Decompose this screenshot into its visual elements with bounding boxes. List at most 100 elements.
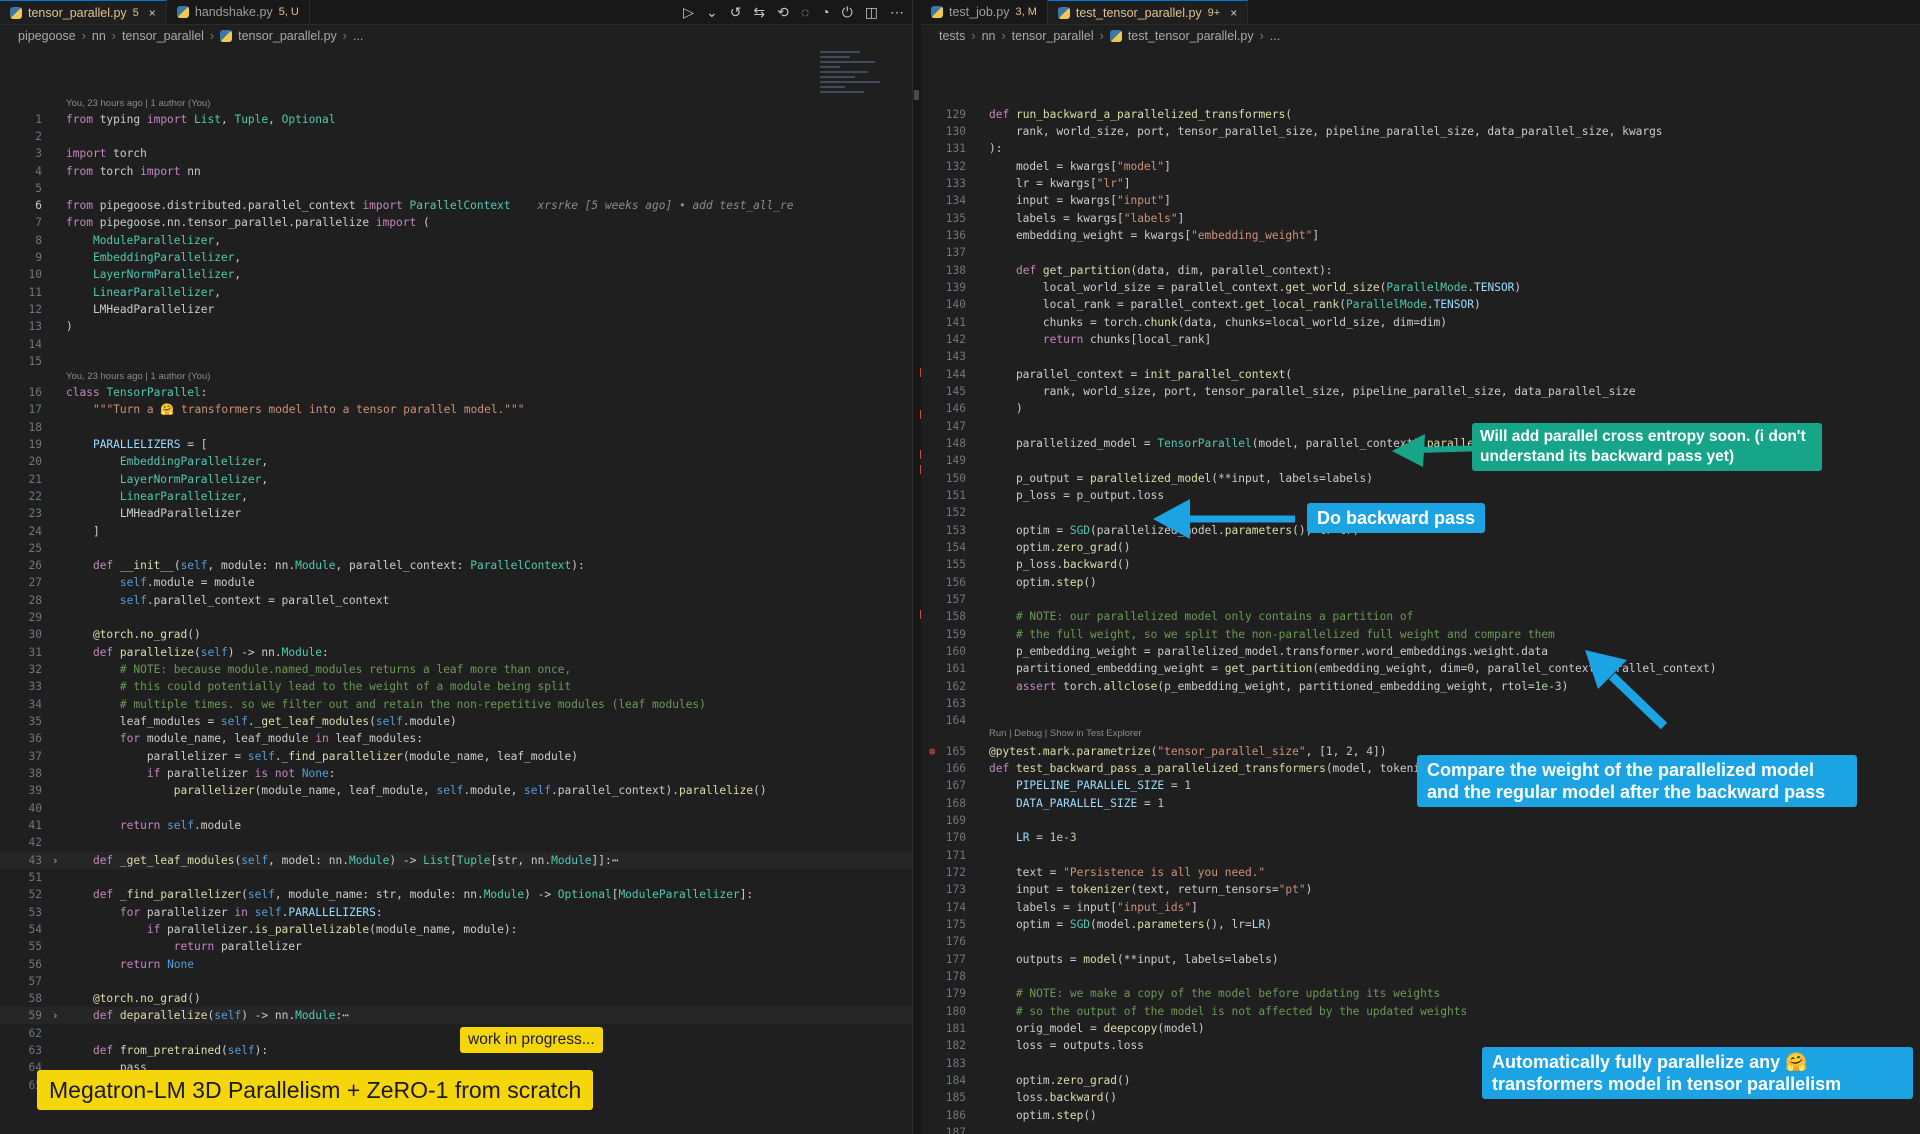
code-line[interactable]: 52 def _find_parallelizer(self, module_n… xyxy=(0,886,912,903)
code-line[interactable]: 159 # the full weight, so we split the n… xyxy=(921,626,1920,643)
tab-test-tensor-parallel[interactable]: test_tensor_parallel.py 9+ × xyxy=(1047,0,1249,24)
code-line[interactable]: 141 chunks = torch.chunk(data, chunks=lo… xyxy=(921,314,1920,331)
code-line[interactable]: 25 xyxy=(0,540,912,557)
code-line[interactable]: 2 xyxy=(0,128,912,145)
code-line[interactable]: 16 class TensorParallel: xyxy=(0,384,912,401)
breadcrumb-item[interactable]: tensor_parallel xyxy=(1012,29,1094,43)
breadcrumb-item[interactable]: ... xyxy=(353,29,363,43)
code-line[interactable]: 43 › def _get_leaf_modules(self, model: n… xyxy=(0,852,912,870)
next-change-icon[interactable]: ◔ xyxy=(821,4,829,20)
tab-test-job[interactable]: test_job.py 3, M xyxy=(921,0,1048,24)
code-line[interactable]: 161 partitioned_embedding_weight = get_p… xyxy=(921,660,1920,677)
code-line[interactable]: 28 self.parallel_context = parallel_cont… xyxy=(0,592,912,609)
code-line[interactable]: 131): xyxy=(921,140,1920,157)
code-line[interactable]: 33 # this could potentially lead to the … xyxy=(0,678,912,695)
code-line[interactable]: 20 EmbeddingParallelizer, xyxy=(0,453,912,470)
code-line[interactable]: 186 optim.step() xyxy=(921,1107,1920,1124)
run-icon[interactable]: ▷ xyxy=(683,4,694,21)
code-line[interactable]: 36 for module_name, leaf_module in leaf_… xyxy=(0,730,912,747)
code-line[interactable]: 59 › def deparallelize(self) -> nn.Module… xyxy=(0,1007,912,1025)
code-line[interactable]: 137 xyxy=(921,244,1920,261)
code-line[interactable]: 180 # so the output of the model is not … xyxy=(921,1003,1920,1020)
code-line[interactable]: 17 """Turn a 🤗 transformers model into a… xyxy=(0,401,912,418)
code-line[interactable]: 175 optim = SGD(model.parameters(), lr=L… xyxy=(921,916,1920,933)
code-line[interactable]: 172 text = "Persistence is all you need.… xyxy=(921,864,1920,881)
code-line[interactable]: 142 return chunks[local_rank] xyxy=(921,331,1920,348)
code-line[interactable]: 4 from torch import nn xyxy=(0,163,912,180)
breadcrumb-item[interactable]: tensor_parallel xyxy=(122,29,204,43)
breadcrumb-item[interactable]: tensor_parallel.py xyxy=(238,29,337,43)
code-lens[interactable]: Run | Debug | Show in Test Explorer xyxy=(921,725,1920,742)
code-line[interactable]: 8 ModuleParallelizer, xyxy=(0,232,912,249)
scrollbar-thumb[interactable] xyxy=(914,90,919,100)
code-lens[interactable]: You, 23 hours ago | 1 author (You) xyxy=(0,368,912,385)
code-line[interactable]: 178 xyxy=(921,968,1920,985)
code-line[interactable]: 132 model = kwargs["model"] xyxy=(921,158,1920,175)
code-line[interactable]: 160 p_embedding_weight = parallelized_mo… xyxy=(921,643,1920,660)
code-line[interactable]: 32 # NOTE: because module.named_modules … xyxy=(0,661,912,678)
code-line[interactable]: 14 xyxy=(0,336,912,353)
previous-change-icon[interactable]: ◌ xyxy=(801,4,809,20)
code-line[interactable]: 176 xyxy=(921,933,1920,950)
code-line[interactable]: 5 xyxy=(0,180,912,197)
code-line[interactable]: 170 LR = 1e-3 xyxy=(921,829,1920,846)
fold-chevron-icon[interactable]: › xyxy=(52,1007,59,1024)
code-line[interactable]: 19 PARALLELIZERS = [ xyxy=(0,436,912,453)
breadcrumb-item[interactable]: pipegoose xyxy=(18,29,76,43)
code-line[interactable]: 151 p_loss = p_output.loss xyxy=(921,487,1920,504)
tab-handshake[interactable]: handshake.py 5, U xyxy=(167,0,310,24)
minimap[interactable] xyxy=(820,48,890,118)
code-line[interactable]: 163 xyxy=(921,695,1920,712)
code-line[interactable]: 24 ] xyxy=(0,523,912,540)
test-failed-icon[interactable]: ⊗ xyxy=(929,743,936,760)
code-line[interactable]: 18 xyxy=(0,419,912,436)
code-line[interactable]: 9 EmbeddingParallelizer, xyxy=(0,249,912,266)
code-line[interactable]: 129 def run_backward_a_parallelized_trans… xyxy=(921,106,1920,123)
split-editor-icon[interactable]: ◫ xyxy=(865,4,878,21)
code-line[interactable]: 31 def parallelize(self) -> nn.Module: xyxy=(0,644,912,661)
code-line[interactable]: 56 return None xyxy=(0,956,912,973)
fold-chevron-icon[interactable]: › xyxy=(52,852,59,869)
code-line[interactable]: 133 lr = kwargs["lr"] xyxy=(921,175,1920,192)
code-line[interactable]: 136 embedding_weight = kwargs["embedding… xyxy=(921,227,1920,244)
code-line[interactable]: 3 import torch xyxy=(0,145,912,162)
code-line[interactable]: 12 LMHeadParallelizer xyxy=(0,301,912,318)
code-line[interactable]: 51 xyxy=(0,869,912,886)
breadcrumb-item[interactable]: ... xyxy=(1270,29,1280,43)
code-line[interactable]: 11 LinearParallelizer, xyxy=(0,284,912,301)
code-line[interactable]: 54 if parallelizer.is_parallelizable(mod… xyxy=(0,921,912,938)
code-line[interactable]: 21 LayerNormParallelizer, xyxy=(0,471,912,488)
code-line[interactable]: 39 parallelizer(module_name, leaf_module… xyxy=(0,782,912,799)
breadcrumb-item[interactable]: tests xyxy=(939,29,965,43)
code-line[interactable]: 41 return self.module xyxy=(0,817,912,834)
code-line[interactable]: 171 xyxy=(921,847,1920,864)
code-lens[interactable]: You, 23 hours ago | 1 author (You) xyxy=(0,95,912,112)
code-line[interactable]: 23 LMHeadParallelizer xyxy=(0,505,912,522)
code-line[interactable]: 40 xyxy=(0,800,912,817)
code-line[interactable]: 62 xyxy=(0,1025,912,1042)
code-line[interactable]: 158 # NOTE: our parallelized model only … xyxy=(921,608,1920,625)
code-line[interactable]: 154 optim.zero_grad() xyxy=(921,539,1920,556)
code-line[interactable]: 29 xyxy=(0,609,912,626)
code-line[interactable]: 37 parallelizer = self._find_parallelize… xyxy=(0,748,912,765)
code-line[interactable]: 140 local_rank = parallel_context.get_lo… xyxy=(921,296,1920,313)
code-line[interactable]: 179 # NOTE: we make a copy of the model … xyxy=(921,985,1920,1002)
code-line[interactable]: 1 from typing import List, Tuple, Optiona… xyxy=(0,111,912,128)
revert-icon[interactable]: ⟲ xyxy=(777,4,789,21)
close-icon[interactable]: × xyxy=(1230,6,1237,20)
code-line[interactable]: 150 p_output = parallelized_model(**inpu… xyxy=(921,470,1920,487)
code-line[interactable]: 187 xyxy=(921,1124,1920,1134)
code-line[interactable]: 144 parallel_context = init_parallel_con… xyxy=(921,366,1920,383)
code-line[interactable]: 157 xyxy=(921,591,1920,608)
code-line[interactable]: 7 from pipegoose.nn.tensor_parallel.paral… xyxy=(0,214,912,231)
code-line[interactable]: 34 # multiple times. so we filter out an… xyxy=(0,696,912,713)
code-line[interactable]: 30 @torch.no_grad() xyxy=(0,626,912,643)
code-line[interactable]: 162 assert torch.allclose(p_embedding_we… xyxy=(921,678,1920,695)
code-line[interactable]: 58 @torch.no_grad() xyxy=(0,990,912,1007)
code-line[interactable]: 6 from pipegoose.distributed.parallel_con… xyxy=(0,197,912,214)
code-line[interactable]: 53 for parallelizer in self.PARALLELIZER… xyxy=(0,904,912,921)
code-line[interactable]: 156 optim.step() xyxy=(921,574,1920,591)
code-line[interactable]: 181 orig_model = deepcopy(model) xyxy=(921,1020,1920,1037)
code-line[interactable]: 173 input = tokenizer(text, return_tenso… xyxy=(921,881,1920,898)
code-line[interactable]: 55 return parallelizer xyxy=(0,938,912,955)
